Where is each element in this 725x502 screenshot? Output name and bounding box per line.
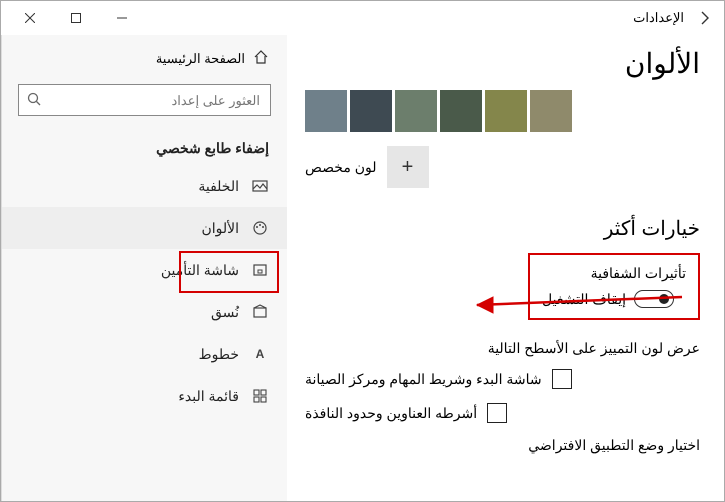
default-app-mode-label: اختيار وضع التطبيق الافتراضي <box>305 437 700 454</box>
title-bar: الإعدادات <box>1 1 724 35</box>
color-swatch[interactable] <box>485 90 527 132</box>
section-title: إضفاء طابع شخصي <box>2 130 287 165</box>
nav-item-start[interactable]: قائمة البدء <box>2 375 287 417</box>
nav-label: خطوط <box>199 346 239 363</box>
maximize-button[interactable] <box>53 3 99 33</box>
annotation-highlight-colors <box>179 251 279 293</box>
custom-color-row: + لون مخصص <box>305 146 700 188</box>
back-button[interactable] <box>690 4 718 32</box>
nav-item-themes[interactable]: نُسق <box>2 291 287 333</box>
themes-icon <box>251 303 269 321</box>
transparency-toggle[interactable] <box>634 290 674 308</box>
nav-label: الخلفية <box>198 178 239 195</box>
color-swatch[interactable] <box>530 90 572 132</box>
nav-label: قائمة البدء <box>178 388 239 405</box>
toggle-state-label: إيقاف التشغيل <box>542 291 626 308</box>
nav-label: نُسق <box>211 304 239 321</box>
home-icon <box>253 49 269 68</box>
checkbox-titlebars[interactable] <box>487 403 507 423</box>
color-swatch[interactable] <box>395 90 437 132</box>
search-box <box>18 84 271 116</box>
page-heading: الألوان <box>305 47 700 80</box>
checkbox-label: شاشة البدء وشريط المهام ومركز الصيانة <box>305 371 542 388</box>
nav-item-colors[interactable]: الألوان <box>2 207 287 249</box>
color-swatch[interactable] <box>350 90 392 132</box>
home-link[interactable]: الصفحة الرئيسية <box>2 39 287 78</box>
window-title: الإعدادات <box>633 10 684 26</box>
transparency-box: تأثيرات الشفافية إيقاف التشغيل <box>528 253 700 320</box>
checkbox-label: أشرطه العناوين وحدود النافذة <box>305 405 477 422</box>
custom-color-label: لون مخصص <box>305 159 377 176</box>
fonts-icon: A <box>251 345 269 363</box>
more-options-heading: خيارات أكثر <box>305 216 700 241</box>
picture-icon <box>251 177 269 195</box>
checkbox-start-taskbar[interactable] <box>552 369 572 389</box>
transparency-label: تأثيرات الشفافية <box>542 265 686 282</box>
start-icon <box>251 387 269 405</box>
window-controls <box>7 3 145 33</box>
layout: الألوان + لون مخصص خيارات أكثر تأثيرات ا… <box>1 35 724 501</box>
custom-color-button[interactable]: + <box>387 146 429 188</box>
nav-label: الألوان <box>201 220 239 237</box>
search-input[interactable] <box>18 84 271 116</box>
close-button[interactable] <box>7 3 53 33</box>
toggle-knob <box>659 294 669 304</box>
checkbox-row-start-taskbar: شاشة البدء وشريط المهام ومركز الصيانة <box>305 369 700 389</box>
sidebar: الصفحة الرئيسية إضفاء طابع شخصي الخلفية … <box>1 35 287 501</box>
nav-item-fonts[interactable]: A خطوط <box>2 333 287 375</box>
palette-icon <box>251 219 269 237</box>
accent-surfaces-label: عرض لون التمييز على الأسطح التالية <box>305 340 700 357</box>
color-swatch[interactable] <box>305 90 347 132</box>
color-swatch[interactable] <box>440 90 482 132</box>
search-icon <box>26 91 42 112</box>
transparency-toggle-row: إيقاف التشغيل <box>542 290 686 308</box>
home-label: الصفحة الرئيسية <box>156 51 245 67</box>
color-swatches <box>305 90 700 132</box>
minimize-button[interactable] <box>99 3 145 33</box>
checkbox-row-titlebars: أشرطه العناوين وحدود النافذة <box>305 403 700 423</box>
nav-item-background[interactable]: الخلفية <box>2 165 287 207</box>
main-pane: الألوان + لون مخصص خيارات أكثر تأثيرات ا… <box>287 35 724 501</box>
